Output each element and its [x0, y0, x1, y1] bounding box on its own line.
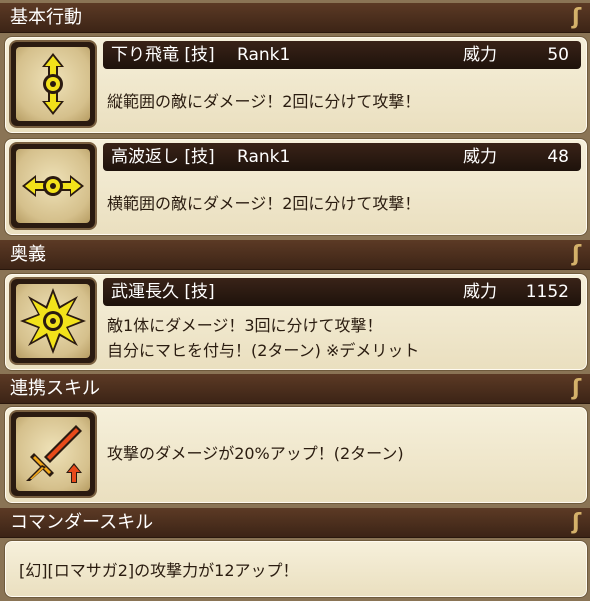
desc-line: 縦範囲の敵にダメージ！2回に分けて攻撃！: [107, 92, 421, 111]
skill-icon-frame: [11, 144, 95, 228]
skill-rank: Rank1: [237, 147, 291, 167]
skill-card-2[interactable]: 高波返し [技] Rank1 威力 48 横範囲の敵にダメージ！2回に分けて攻撃…: [4, 138, 588, 236]
skill-icon-frame: [11, 279, 95, 363]
skill-description: 敵1体にダメージ！3回に分けて攻撃！ 自分にマヒを付与！(2ターン) ※デメリッ…: [107, 313, 419, 363]
scroll-ornament-icon: ʃ: [572, 5, 582, 30]
skill-name: 高波返し [技]: [111, 147, 215, 167]
skill-description: 縦範囲の敵にダメージ！2回に分けて攻撃！: [107, 89, 420, 114]
link-skill-card[interactable]: 攻撃のダメージが20%アップ！(2ターン): [4, 406, 588, 504]
power-label: 威力: [463, 282, 497, 302]
burst-star-icon: [16, 284, 90, 358]
section-header-ougi: 奥義 ʃ: [0, 240, 590, 270]
vertical-range-icon: [16, 47, 90, 121]
desc-line: 横範囲の敵にダメージ！2回に分けて攻撃！: [107, 194, 421, 213]
skill-rank: Rank1: [237, 45, 291, 65]
power-value: 1152: [525, 282, 569, 302]
sword-attack-up-icon: [16, 417, 90, 491]
desc-line: 自分にマヒを付与！(2ターン) ※デメリット: [107, 341, 420, 360]
desc-line: 攻撃のダメージが20%アップ！(2ターン): [107, 444, 404, 463]
section-header-commander: コマンダースキル ʃ: [0, 508, 590, 538]
power-value: 50: [547, 45, 569, 65]
skill-name: 武運長久 [技]: [111, 282, 215, 302]
section-title: 連携スキル: [10, 378, 100, 399]
skill-title-bar: 武運長久 [技] 威力 1152: [103, 278, 581, 306]
section-header-link: 連携スキル ʃ: [0, 374, 590, 404]
commander-description: [幻][ロマサガ2]の攻撃力が12アップ！: [19, 561, 299, 580]
skill-icon-frame: [11, 412, 95, 496]
skill-card-1[interactable]: 下り飛竜 [技] Rank1 威力 50 縦範囲の敵にダメージ！2回に分けて攻撃…: [4, 36, 588, 134]
ougi-card[interactable]: 武運長久 [技] 威力 1152 敵1体にダメージ！3回に分けて攻撃！ 自分にマ…: [4, 273, 588, 371]
skill-name: 下り飛竜 [技]: [111, 45, 215, 65]
power-value: 48: [547, 147, 569, 167]
scroll-ornament-icon: ʃ: [572, 510, 582, 535]
section-title: 基本行動: [10, 7, 82, 28]
power-label: 威力: [463, 45, 497, 65]
commander-skill-card[interactable]: [幻][ロマサガ2]の攻撃力が12アップ！: [4, 540, 588, 598]
scroll-ornament-icon: ʃ: [572, 376, 582, 401]
section-title: 奥義: [10, 244, 46, 265]
horizontal-range-icon: [16, 149, 90, 223]
skill-description: 横範囲の敵にダメージ！2回に分けて攻撃！: [107, 191, 420, 216]
skill-title-bar: 下り飛竜 [技] Rank1 威力 50: [103, 41, 581, 69]
section-header-basic: 基本行動 ʃ: [0, 3, 590, 33]
skill-description: 攻撃のダメージが20%アップ！(2ターン): [107, 441, 404, 466]
power-label: 威力: [463, 147, 497, 167]
desc-line: 敵1体にダメージ！3回に分けて攻撃！: [107, 316, 383, 335]
skill-title-bar: 高波返し [技] Rank1 威力 48: [103, 143, 581, 171]
skill-icon-frame: [11, 42, 95, 126]
section-title: コマンダースキル: [10, 512, 154, 533]
scroll-ornament-icon: ʃ: [572, 242, 582, 267]
